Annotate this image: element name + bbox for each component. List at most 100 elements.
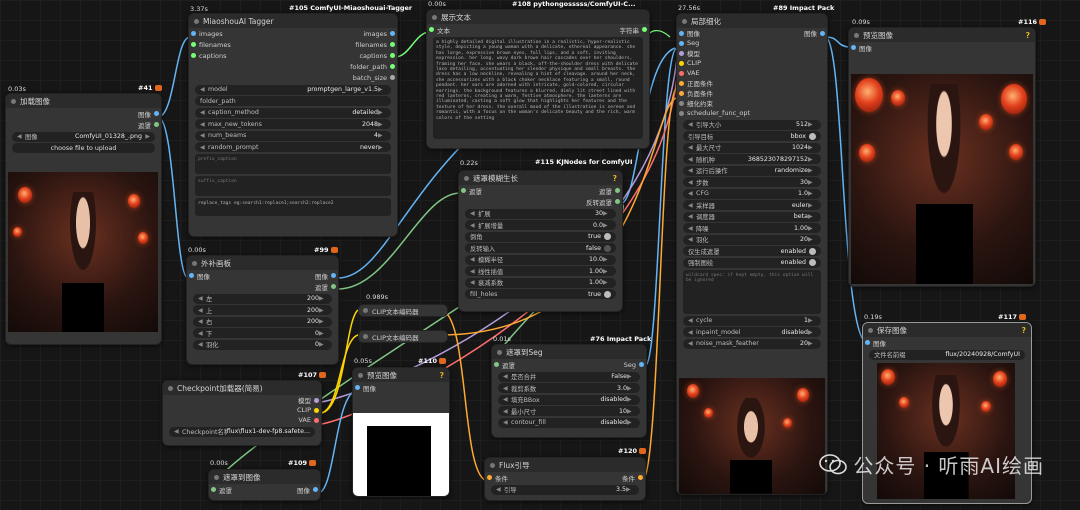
left-arrow-icon[interactable]: ◀ — [688, 329, 696, 336]
left-arrow-icon[interactable]: ◀ — [470, 279, 478, 286]
pin-icon[interactable] — [331, 284, 336, 289]
input-image[interactable]: 图像 — [353, 382, 449, 393]
pin-icon[interactable] — [390, 64, 395, 69]
clip-text-encode-node-2[interactable]: CLIP文本编码器 — [358, 330, 448, 343]
detailer-widget-4[interactable]: ◀ 运行后操作 randomize ▶ — [683, 165, 821, 176]
pin-icon[interactable] — [679, 81, 684, 86]
pin-icon[interactable] — [154, 122, 159, 127]
pin-icon[interactable] — [639, 362, 644, 367]
pin-icon[interactable] — [189, 273, 194, 278]
pad-right-field[interactable]: ◀ 右 200 ▶ — [193, 316, 332, 327]
left-arrow-icon[interactable]: ◀ — [496, 486, 504, 493]
input-mask[interactable]: 遮罩 — [209, 484, 265, 495]
left-arrow-icon[interactable]: ◀ — [688, 156, 696, 163]
left-arrow-icon[interactable]: ◀ — [198, 341, 206, 348]
right-arrow-icon[interactable]: ▶ — [627, 408, 635, 415]
pin-icon[interactable] — [679, 61, 684, 66]
left-arrow-icon[interactable]: ◀ — [688, 190, 696, 197]
left-arrow-icon[interactable]: ◀ — [200, 144, 208, 151]
left-arrow-icon[interactable]: ◀ — [198, 330, 206, 337]
miaoshouai-tagger-node[interactable]: MiaoshouAI Tagger images filenames capti… — [188, 13, 398, 237]
model-select[interactable]: ◀ model promptgen_large_v1.5 ▶ — [195, 84, 391, 95]
input-text[interactable]: 文本 — [427, 24, 538, 35]
detailer-widget-10[interactable]: ◀ 羽化 20 ▶ — [683, 234, 821, 245]
pin-icon[interactable] — [191, 53, 196, 58]
right-arrow-icon[interactable]: ▶ — [627, 385, 635, 392]
pin-icon[interactable] — [390, 31, 395, 36]
collapse-dot-icon[interactable] — [497, 349, 502, 355]
left-arrow-icon[interactable]: ◀ — [174, 428, 182, 435]
input-positive[interactable]: 正面条件 — [677, 78, 777, 88]
collapse-dot-icon[interactable] — [464, 175, 469, 181]
left-arrow-icon[interactable]: ◀ — [200, 86, 208, 93]
output-mask[interactable]: 遮罩 — [268, 281, 339, 292]
left-arrow-icon[interactable]: ◀ — [503, 385, 511, 392]
output-image[interactable]: 图像 — [268, 270, 339, 281]
right-arrow-icon[interactable]: ▶ — [808, 156, 816, 163]
pin-icon[interactable] — [679, 91, 684, 96]
collapse-dot-icon[interactable] — [214, 474, 219, 480]
pin-icon[interactable] — [314, 398, 319, 403]
right-arrow-icon[interactable]: ▶ — [808, 213, 816, 220]
right-arrow-icon[interactable]: ▶ — [627, 419, 635, 426]
help-icon[interactable]: ? — [440, 371, 444, 380]
output-model[interactable]: 模型 — [163, 395, 321, 405]
pin-icon[interactable] — [355, 385, 360, 390]
pin-icon[interactable] — [679, 111, 684, 116]
feather-field[interactable]: ◀ 羽化 0 ▶ — [193, 339, 332, 350]
input-seg[interactable]: Seg — [677, 38, 777, 48]
mask-to-seg-node[interactable]: 遮罩到Seg 遮罩 Seg ◀ 是否合并 False ▶ ◀ 裁剪系数 3.0 ▶ ◀ 填充B… — [491, 344, 647, 438]
left-arrow-icon[interactable]: ◀ — [688, 213, 696, 220]
input-image[interactable]: 图像 — [863, 337, 1031, 348]
detailer-widget-2[interactable]: ◀ noise_mask_feather 20 ▶ — [683, 338, 821, 349]
output-batch-size[interactable]: batch_size — [293, 72, 397, 83]
left-arrow-icon[interactable]: ◀ — [470, 210, 478, 217]
toggle-knob-icon[interactable] — [604, 290, 611, 298]
pin-icon[interactable] — [313, 487, 318, 492]
pin-icon[interactable] — [865, 340, 870, 345]
detailer-widget-3[interactable]: ◀ 随机种 368523078297152 ▶ — [683, 154, 821, 164]
right-arrow-icon[interactable]: ▶ — [378, 109, 386, 116]
pin-icon[interactable] — [154, 111, 159, 116]
flux-guidance-node[interactable]: Flux引导 条件 条件 ◀ 引导 3.5 ▶ — [484, 457, 646, 501]
face-detailer-node[interactable]: 局部细化 图像 Seg 模型 CLIP VAE 正面条件 负面条件 细化约束 s… — [676, 13, 828, 495]
load-image-node[interactable]: 加载图像 图像 遮罩 ◀ 图像 ComfyUI_01328_.png ▶ choose… — [5, 93, 162, 345]
output-mask[interactable]: 遮罩 — [6, 119, 161, 130]
right-arrow-icon[interactable]: ▶ — [808, 329, 816, 336]
right-arrow-icon[interactable]: ▶ — [319, 307, 327, 314]
left-arrow-icon[interactable]: ◀ — [503, 373, 511, 380]
pin-icon[interactable] — [331, 273, 336, 278]
detailer-widget-0[interactable]: ◀ 引导大小 512 ▶ — [683, 119, 821, 130]
tapered-corners-toggle[interactable]: 倒角 true — [465, 231, 616, 242]
left-arrow-icon[interactable]: ◀ — [200, 121, 208, 128]
right-arrow-icon[interactable]: ▶ — [808, 340, 816, 347]
input-image[interactable]: 图像 — [187, 270, 268, 281]
outpaint-pad-node[interactable]: 外补画板 图像 图像 遮罩 ◀ 左 200 ▶ ◀ 上 200 ▶ ◀ 右 200 ▶ ◀ 下 0 ▶ … — [186, 255, 339, 365]
detailer-widget-5[interactable]: ◀ 步数 30 ▶ — [683, 177, 821, 187]
crop-factor-field[interactable]: ◀ 裁剪系数 3.0 ▶ — [498, 383, 640, 393]
detailer-widget-6[interactable]: ◀ CFG 1.0 ▶ — [683, 188, 821, 199]
input-negative[interactable]: 负面条件 — [677, 88, 777, 98]
input-detailer-hook[interactable]: 细化约束 — [677, 98, 777, 108]
left-arrow-icon[interactable]: ◀ — [503, 408, 511, 415]
right-arrow-icon[interactable]: ▶ — [808, 179, 816, 186]
left-arrow-icon[interactable]: ◀ — [198, 318, 206, 325]
pin-icon[interactable] — [638, 475, 643, 480]
wildcard-textarea[interactable]: wildcard spec: if kept empty, this optio… — [683, 269, 821, 314]
output-inverted-mask[interactable]: 反转遮罩 — [546, 196, 623, 207]
left-arrow-icon[interactable]: ◀ — [503, 396, 511, 403]
right-arrow-icon[interactable]: ▶ — [378, 132, 386, 139]
image-select[interactable]: ◀ 图像 ComfyUI_01328_.png ▶ — [12, 131, 155, 142]
num-beams-field[interactable]: ◀ num_beams 4 ▶ — [195, 130, 391, 141]
left-arrow-icon[interactable]: ◀ — [688, 340, 696, 347]
help-icon[interactable]: ? — [1022, 326, 1026, 335]
output-filenames[interactable]: filenames — [293, 39, 397, 50]
output-images[interactable]: images — [293, 28, 397, 39]
clip-text-encode-node-1[interactable]: CLIP文本编码器 — [358, 304, 448, 317]
input-images[interactable]: images — [189, 28, 293, 39]
pin-icon[interactable] — [679, 51, 684, 56]
flip-input-toggle[interactable]: 反转输入 false — [465, 243, 616, 253]
max-new-tokens-field[interactable]: ◀ max_new_tokens 2048 ▶ — [195, 119, 391, 129]
pin-icon[interactable] — [615, 199, 620, 204]
left-arrow-icon[interactable]: ◀ — [688, 121, 696, 128]
